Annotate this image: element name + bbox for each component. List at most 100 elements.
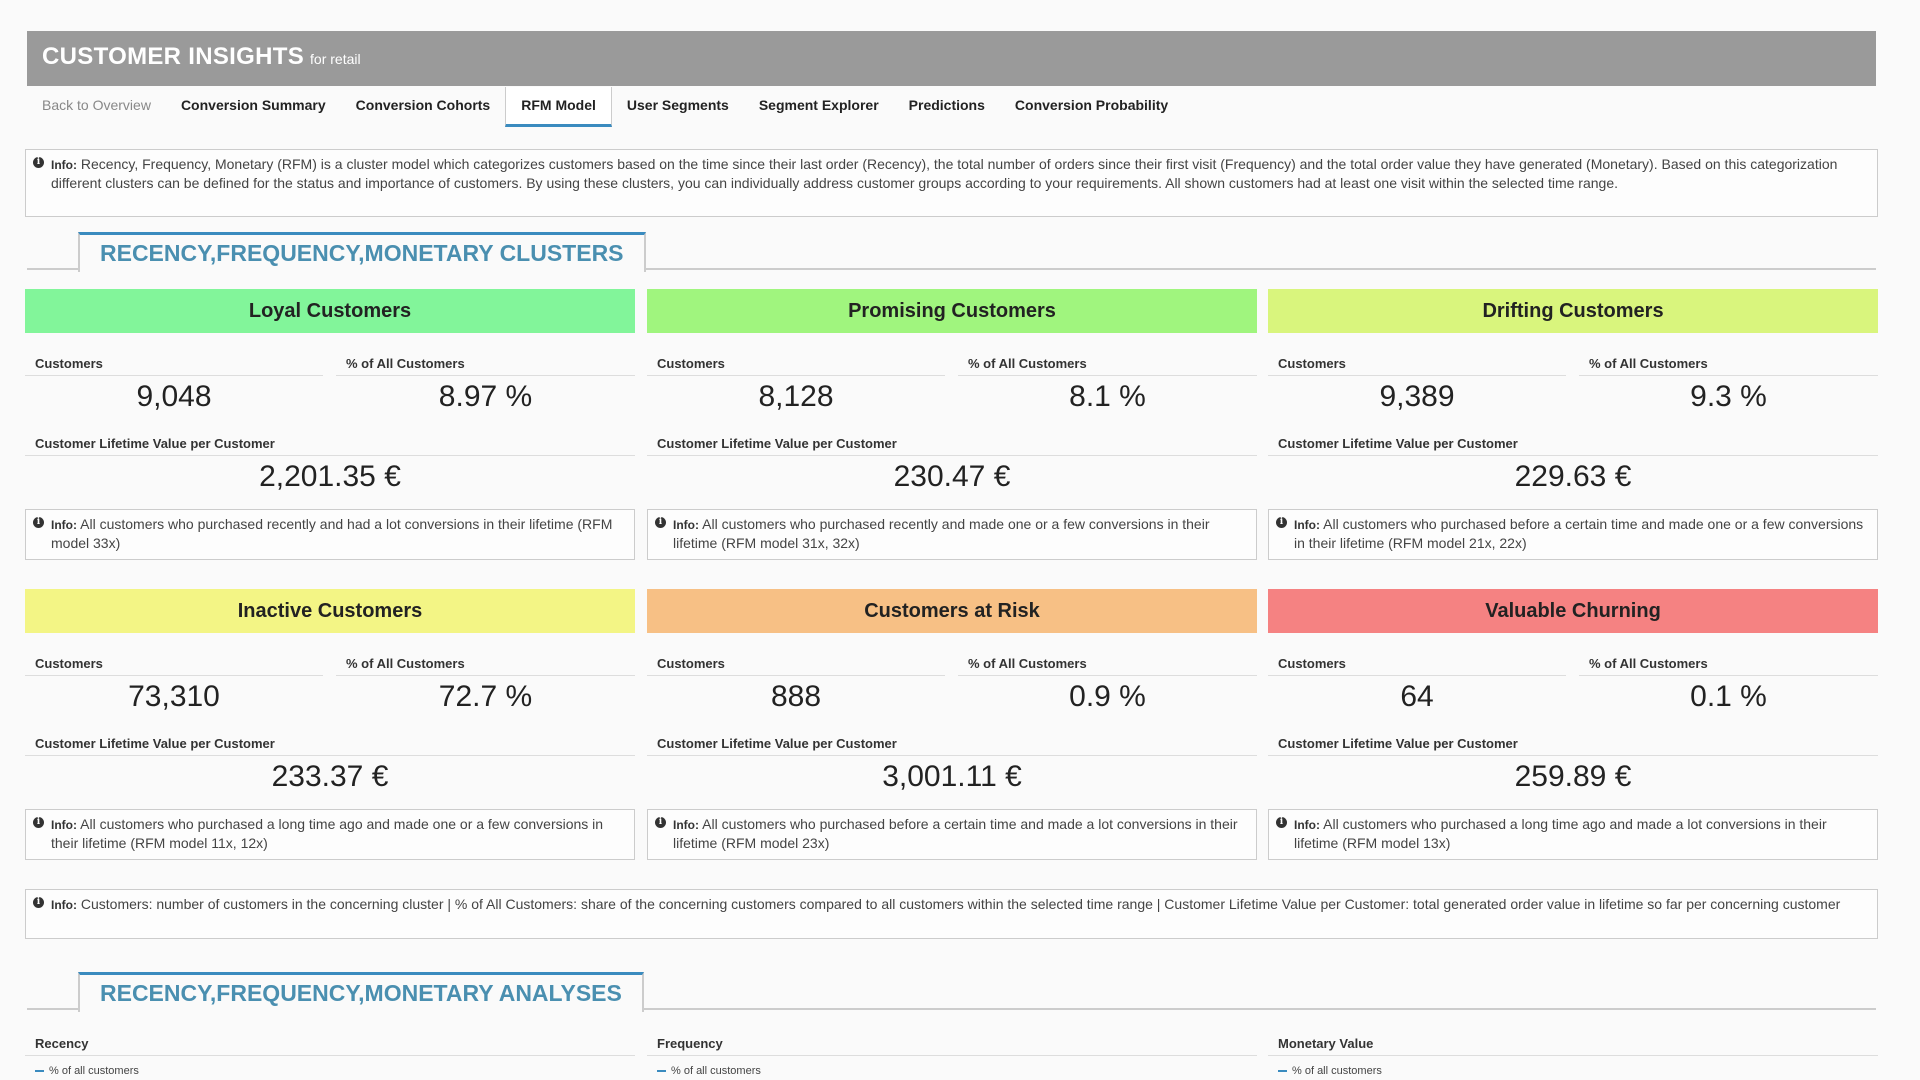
tab-conversion-probability[interactable]: Conversion Probability: [1000, 87, 1183, 125]
info-label: Info:: [51, 898, 77, 912]
cluster-title: Promising Customers: [647, 289, 1257, 333]
kpi-value: 8,128: [758, 380, 834, 413]
kpi-label: Customer Lifetime Value per Customer: [647, 436, 1257, 456]
kpi-value: 230.47 €: [893, 460, 1011, 493]
kpi-pct: % of All Customers 8.97 %: [336, 356, 635, 414]
kpi-label: Customers: [25, 356, 323, 376]
tab-conversion-cohorts[interactable]: Conversion Cohorts: [341, 87, 506, 125]
tab-bar: Back to Overview Conversion Summary Conv…: [27, 87, 1183, 127]
kpi-label: Customers: [1268, 356, 1566, 376]
info-label: Info:: [51, 518, 77, 532]
kpi-clv: Customer Lifetime Value per Customer 2,2…: [25, 436, 635, 494]
cluster-card-drifting: Drifting Customers: [1268, 289, 1878, 333]
kpi-pct: % of All Customers 72.7 %: [336, 656, 635, 714]
app-header: CUSTOMER INSIGHTS for retail: [27, 31, 1876, 86]
kpi-value: 73,310: [128, 680, 220, 713]
tab-conversion-summary[interactable]: Conversion Summary: [166, 87, 341, 125]
kpi-value: 888: [770, 680, 822, 713]
kpi-value: 72.7 %: [438, 680, 533, 713]
legend-line-icon: [657, 1070, 666, 1073]
legend-info-box: i Info: Customers: number of customers i…: [25, 889, 1878, 939]
info-label: Info:: [51, 818, 77, 832]
cluster-info-text: All customers who purchased recently and…: [673, 516, 1210, 551]
cluster-info-text: All customers who purchased a long time …: [51, 816, 604, 851]
kpi-customers: Customers 9,048: [25, 356, 323, 414]
info-label: Info:: [673, 518, 699, 532]
kpi-customers: Customers 888: [647, 656, 945, 714]
kpi-clv: Customer Lifetime Value per Customer 3,0…: [647, 736, 1257, 794]
section-title: RECENCY,FREQUENCY,MONETARY CLUSTERS: [78, 232, 646, 272]
kpi-customers: Customers 8,128: [647, 356, 945, 414]
kpi-label: % of All Customers: [1579, 356, 1878, 376]
analysis-recency-label: Recency: [25, 1036, 635, 1056]
legend-text: % of all customers: [671, 1065, 761, 1077]
info-label: Info:: [673, 818, 699, 832]
cluster-card-at-risk: Customers at Risk: [647, 589, 1257, 633]
info-label: Info:: [1294, 818, 1320, 832]
info-icon: i: [1276, 517, 1287, 528]
tab-rfm-model[interactable]: RFM Model: [505, 87, 612, 127]
info-icon: i: [655, 517, 666, 528]
kpi-label: Customers: [647, 656, 945, 676]
cluster-card-valuable-churning: Valuable Churning: [1268, 589, 1878, 633]
kpi-value: 8.97 %: [438, 380, 533, 413]
info-icon: i: [1276, 817, 1287, 828]
kpi-value: 9,389: [1379, 380, 1455, 413]
rfm-info-text: Recency, Frequency, Monetary (RFM) is a …: [51, 156, 1838, 191]
chart-legend: % of all customers: [1268, 1065, 1382, 1077]
kpi-value: 0.1 %: [1690, 680, 1767, 713]
cluster-info-text: All customers who purchased before a cer…: [1294, 516, 1864, 551]
tab-segment-explorer[interactable]: Segment Explorer: [744, 87, 894, 125]
kpi-value: 8.1 %: [1069, 380, 1146, 413]
legend-text: % of all customers: [1292, 1065, 1382, 1077]
section-title: RECENCY,FREQUENCY,MONETARY ANALYSES: [78, 972, 644, 1012]
info-icon: i: [33, 817, 44, 828]
kpi-label: % of All Customers: [336, 356, 635, 376]
legend-line-icon: [1278, 1070, 1287, 1073]
app-title: CUSTOMER INSIGHTS: [42, 43, 305, 70]
cluster-info-box: i Info: All customers who purchased rece…: [25, 509, 635, 560]
kpi-clv: Customer Lifetime Value per Customer 233…: [25, 736, 635, 794]
kpi-label: Customers: [25, 656, 323, 676]
kpi-value: 64: [1400, 680, 1434, 713]
chart-legend: % of all customers: [647, 1065, 761, 1077]
kpi-value: 233.37 €: [271, 760, 389, 793]
info-icon: i: [33, 517, 44, 528]
kpi-value: 9.3 %: [1690, 380, 1767, 413]
kpi-label: % of All Customers: [958, 656, 1257, 676]
kpi-label: % of All Customers: [1579, 656, 1878, 676]
kpi-label: Customer Lifetime Value per Customer: [25, 436, 635, 456]
info-icon: i: [655, 817, 666, 828]
kpi-label: Customers: [647, 356, 945, 376]
cluster-title: Drifting Customers: [1268, 289, 1878, 333]
cluster-info-box: i Info: All customers who purchased a lo…: [25, 809, 635, 860]
kpi-label: Customer Lifetime Value per Customer: [25, 736, 635, 756]
kpi-pct: % of All Customers 9.3 %: [1579, 356, 1878, 414]
tab-back-to-overview[interactable]: Back to Overview: [27, 87, 166, 125]
kpi-value: 0.9 %: [1069, 680, 1146, 713]
kpi-pct: % of All Customers 0.9 %: [958, 656, 1257, 714]
analysis-frequency-label: Frequency: [647, 1036, 1257, 1056]
kpi-label: % of All Customers: [958, 356, 1257, 376]
cluster-card-loyal: Loyal Customers: [25, 289, 635, 333]
cluster-title: Customers at Risk: [647, 589, 1257, 633]
chart-legend: % of all customers: [25, 1065, 139, 1077]
kpi-customers: Customers 64: [1268, 656, 1566, 714]
cluster-info-box: i Info: All customers who purchased rece…: [647, 509, 1257, 560]
kpi-label: Customer Lifetime Value per Customer: [1268, 436, 1878, 456]
info-icon: i: [33, 157, 44, 168]
tab-predictions[interactable]: Predictions: [894, 87, 1000, 125]
clusters-section-header: RECENCY,FREQUENCY,MONETARY CLUSTERS: [27, 230, 1876, 272]
kpi-label: Customers: [1268, 656, 1566, 676]
kpi-clv: Customer Lifetime Value per Customer 229…: [1268, 436, 1878, 494]
cluster-info-text: All customers who purchased recently and…: [51, 516, 613, 551]
legend-info-text: Customers: number of customers in the co…: [80, 896, 1841, 912]
cluster-info-box: i Info: All customers who purchased befo…: [1268, 509, 1878, 560]
kpi-value: 229.63 €: [1514, 460, 1632, 493]
tab-user-segments[interactable]: User Segments: [612, 87, 744, 125]
kpi-customers: Customers 73,310: [25, 656, 323, 714]
kpi-label: Customer Lifetime Value per Customer: [647, 736, 1257, 756]
kpi-value: 3,001.11 €: [882, 760, 1022, 793]
info-icon: i: [33, 897, 44, 908]
kpi-customers: Customers 9,389: [1268, 356, 1566, 414]
